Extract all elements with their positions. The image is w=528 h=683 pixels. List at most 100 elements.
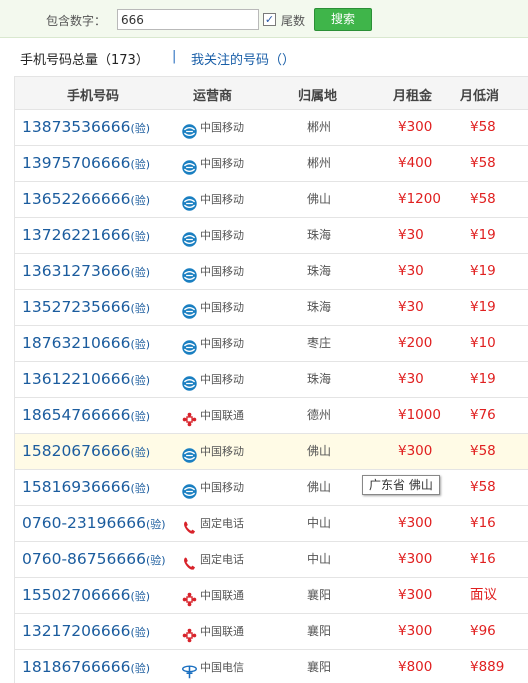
monthly-minimum: ¥58 <box>470 155 496 171</box>
monthly-minimum: ¥19 <box>470 371 496 387</box>
phone-number-text[interactable]: 18186766666 <box>22 658 130 676</box>
location[interactable]: 枣庄 <box>307 326 331 361</box>
phone-number[interactable]: 13975706666(验) <box>22 146 150 181</box>
table-row[interactable]: 13527235666(验) 中国移动 珠海 ¥30 ¥19 <box>15 290 528 326</box>
location[interactable]: 襄阳 <box>307 650 331 683</box>
table-row[interactable]: 13631273666(验) 中国移动 珠海 ¥30 ¥19 <box>15 254 528 290</box>
location[interactable]: 佛山 <box>307 182 331 217</box>
table-row[interactable]: 0760-86756666(验) 固定电话 中山 ¥300 ¥16 <box>15 542 528 578</box>
operator-name: 中国移动 <box>200 301 244 314</box>
table-row[interactable]: 15820676666(验) 中国移动 佛山 ¥300 ¥58 <box>15 434 528 470</box>
verify-link[interactable]: (验) <box>130 374 150 387</box>
verify-link[interactable]: (验) <box>130 122 150 135</box>
operator-name: 中国联通 <box>200 589 244 602</box>
landline-phone-icon <box>181 515 198 534</box>
phone-number-text[interactable]: 15820676666 <box>22 442 130 460</box>
location[interactable]: 郴州 <box>307 146 331 181</box>
verify-link[interactable]: (验) <box>146 518 166 531</box>
phone-number-text[interactable]: 13612210666 <box>22 370 130 388</box>
landline-phone-icon <box>181 551 198 570</box>
table-row[interactable]: 15816936666(验)中国移动佛山¥300¥58 <box>15 470 528 506</box>
verify-link[interactable]: (验) <box>130 482 150 495</box>
verify-link[interactable]: (验) <box>130 410 150 423</box>
phone-number[interactable]: 13873536666(验) <box>22 110 150 145</box>
phone-number[interactable]: 15502706666(验) <box>22 578 150 613</box>
verify-link[interactable]: (验) <box>130 266 150 279</box>
phone-number[interactable]: 18763210666(验) <box>22 326 150 361</box>
location[interactable]: 德州 <box>307 398 331 433</box>
location[interactable]: 珠海 <box>307 362 331 397</box>
operator: 中国联通 <box>181 578 244 613</box>
phone-number[interactable]: 13217206666(验) <box>22 614 150 649</box>
verify-link[interactable]: (验) <box>130 446 150 459</box>
monthly-rent: ¥300 <box>398 515 433 531</box>
phone-number-text[interactable]: 13217206666 <box>22 622 130 640</box>
table-row[interactable]: 18654766666(验) 中国联通 德州 ¥1000 ¥76 <box>15 398 528 434</box>
operator-name: 中国移动 <box>200 121 244 134</box>
monthly-rent: ¥1200 <box>398 191 441 207</box>
location[interactable]: 中山 <box>307 542 331 577</box>
tail-checkbox[interactable]: ✓ <box>263 13 276 26</box>
location[interactable]: 郴州 <box>307 110 331 145</box>
tab-total[interactable]: 手机号码总量（173） <box>20 49 149 68</box>
phone-number[interactable]: 13527235666(验) <box>22 290 150 325</box>
phone-number-text[interactable]: 13873536666 <box>22 118 130 136</box>
phone-number-text[interactable]: 15502706666 <box>22 586 130 604</box>
table-row[interactable]: 18186766666(验) 中国电信 襄阳 ¥800 ¥889 <box>15 650 528 683</box>
location[interactable]: 襄阳 <box>307 614 331 649</box>
verify-link[interactable]: (验) <box>130 662 150 675</box>
operator: 中国移动 <box>181 434 244 469</box>
china-telecom-icon <box>181 659 198 678</box>
verify-link[interactable]: (验) <box>130 590 150 603</box>
location[interactable]: 佛山 <box>307 470 331 505</box>
table-row[interactable]: 13975706666(验) 中国移动 郴州 ¥400 ¥58 <box>15 146 528 182</box>
tab-favorites[interactable]: 我关注的号码（） <box>191 49 295 68</box>
phone-number-text[interactable]: 13631273666 <box>22 262 130 280</box>
search-button[interactable]: 搜索 <box>314 8 372 31</box>
table-row[interactable]: 13217206666(验) 中国联通 襄阳 ¥300 ¥96 <box>15 614 528 650</box>
phone-number-text[interactable]: 0760-23196666 <box>22 514 146 532</box>
table-row[interactable]: 15502706666(验) 中国联通 襄阳 ¥300 面议 <box>15 578 528 614</box>
table-row[interactable]: 18763210666(验) 中国移动 枣庄 ¥200 ¥10 <box>15 326 528 362</box>
phone-number[interactable]: 13652266666(验) <box>22 182 150 217</box>
phone-number-text[interactable]: 13527235666 <box>22 298 130 316</box>
verify-link[interactable]: (验) <box>130 194 150 207</box>
table-row[interactable]: 13612210666(验) 中国移动 珠海 ¥30 ¥19 <box>15 362 528 398</box>
phone-number[interactable]: 0760-23196666(验) <box>22 506 166 541</box>
phone-number[interactable]: 18186766666(验) <box>22 650 150 683</box>
phone-number[interactable]: 0760-86756666(验) <box>22 542 166 577</box>
location[interactable]: 珠海 <box>307 218 331 253</box>
search-input[interactable] <box>117 9 259 30</box>
phone-number[interactable]: 13726221666(验) <box>22 218 150 253</box>
phone-number-text[interactable]: 18763210666 <box>22 334 130 352</box>
location[interactable]: 珠海 <box>307 290 331 325</box>
location[interactable]: 佛山 <box>307 434 331 469</box>
phone-number-text[interactable]: 15816936666 <box>22 478 130 496</box>
verify-link[interactable]: (验) <box>130 230 150 243</box>
phone-number-text[interactable]: 13652266666 <box>22 190 130 208</box>
location[interactable]: 珠海 <box>307 254 331 289</box>
table-row[interactable]: 0760-23196666(验) 固定电话 中山 ¥300 ¥16 <box>15 506 528 542</box>
verify-link[interactable]: (验) <box>130 338 150 351</box>
phone-number-text[interactable]: 13726221666 <box>22 226 130 244</box>
phone-number[interactable]: 13631273666(验) <box>22 254 150 289</box>
verify-link[interactable]: (验) <box>146 554 166 567</box>
table-row[interactable]: 13726221666(验) 中国移动 珠海 ¥30 ¥19 <box>15 218 528 254</box>
phone-number-text[interactable]: 18654766666 <box>22 406 130 424</box>
table-row[interactable]: 13873536666(验) 中国移动 郴州 ¥300 ¥58 <box>15 110 528 146</box>
phone-number-text[interactable]: 0760-86756666 <box>22 550 146 568</box>
phone-number[interactable]: 18654766666(验) <box>22 398 150 433</box>
operator-name: 中国移动 <box>200 157 244 170</box>
phone-number[interactable]: 15820676666(验) <box>22 434 150 469</box>
phone-number-text[interactable]: 13975706666 <box>22 154 130 172</box>
phone-number[interactable]: 13612210666(验) <box>22 362 150 397</box>
table-header: 手机号码 运营商 归属地 月租金 月低消 <box>15 76 528 110</box>
location[interactable]: 中山 <box>307 506 331 541</box>
verify-link[interactable]: (验) <box>130 626 150 639</box>
table-row[interactable]: 13652266666(验) 中国移动 佛山 ¥1200 ¥58 <box>15 182 528 218</box>
verify-link[interactable]: (验) <box>130 158 150 171</box>
header-minimum: 月低消 <box>460 89 500 104</box>
location[interactable]: 襄阳 <box>307 578 331 613</box>
phone-number[interactable]: 15816936666(验) <box>22 470 150 505</box>
verify-link[interactable]: (验) <box>130 302 150 315</box>
